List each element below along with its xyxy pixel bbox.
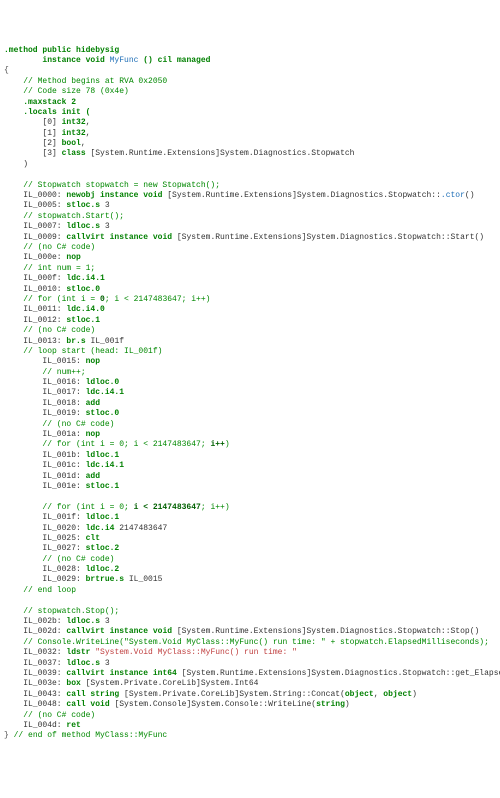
il-0005: IL_0005: stloc.s 3 (4, 201, 110, 210)
il-0029: IL_0029: brtrue.s IL_0015 (4, 575, 162, 584)
method-signature-line1: .method public hidebysig (4, 46, 119, 55)
maxstack: .maxstack 2 (4, 98, 76, 107)
method-name: MyFunc (110, 56, 139, 65)
il-003e: IL_003e: box [System.Private.CoreLib]Sys… (4, 679, 258, 688)
local-2: [2] bool, (4, 139, 86, 148)
brace-open: { (4, 66, 9, 75)
local-1: [1] int32, (4, 129, 90, 138)
comment-loopstart: // loop start (head: IL_001f) (4, 347, 162, 356)
comment-for1: // for (int i = 0; i < 2147483647; i++) (4, 295, 210, 304)
il-0007: IL_0007: ldloc.s 3 (4, 222, 110, 231)
il-0028: IL_0028: ldloc.2 (4, 565, 119, 574)
il-000f: IL_000f: ldc.i4.1 (4, 274, 105, 283)
comment-for3: // for (int i = 0; i < 2147483647; i++) (4, 503, 230, 512)
il-0012: IL_0012: stloc.1 (4, 316, 100, 325)
il-004d: IL_004d: ret (4, 721, 81, 730)
comment-new-stopwatch: // Stopwatch stopwatch = new Stopwatch()… (4, 181, 220, 190)
il-001e: IL_001e: stloc.1 (4, 482, 119, 491)
il-0032: IL_0032: ldstr "System.Void MyClass::MyF… (4, 648, 297, 657)
il-0016: IL_0016: ldloc.0 (4, 378, 119, 387)
comment-for2: // for (int i = 0; i < 2147483647; i++) (4, 440, 230, 449)
comment-nocs1: // (no C# code) (4, 243, 95, 252)
comment-writeline: // Console.WriteLine("System.Void MyClas… (4, 638, 489, 647)
il-0039: IL_0039: callvirt instance int64 [System… (4, 669, 500, 678)
il-0019: IL_0019: stloc.0 (4, 409, 119, 418)
il-000e: IL_000e: nop (4, 253, 81, 262)
sig-instance: instance void (42, 56, 109, 65)
il-0018: IL_0018: add (4, 399, 100, 408)
comment-stop: // stopwatch.Stop(); (4, 607, 119, 616)
comment-nocs4: // (no C# code) (4, 555, 114, 564)
il-001b: IL_001b: ldloc.1 (4, 451, 119, 460)
local-3: [3] class [System.Runtime.Extensions]Sys… (4, 149, 354, 158)
il-0043: IL_0043: call string [System.Private.Cor… (4, 690, 417, 699)
il-0010: IL_0010: stloc.0 (4, 285, 100, 294)
comment-nocs5: // (no C# code) (4, 711, 95, 720)
comment-num: // int num = 1; (4, 264, 95, 273)
il-0009: IL_0009: callvirt instance void [System.… (4, 233, 484, 242)
il-0017: IL_0017: ldc.i4.1 (4, 388, 124, 397)
il-disassembly: .method public hidebysig instance void M… (4, 46, 496, 742)
il-0011: IL_0011: ldc.i4.0 (4, 305, 105, 314)
il-001d: IL_001d: add (4, 472, 100, 481)
il-0015: IL_0015: nop (4, 357, 100, 366)
comment-start: // stopwatch.Start(); (4, 212, 124, 221)
il-0013: IL_0013: br.s IL_001f (4, 337, 124, 346)
il-002b: IL_002b: ldloc.s 3 (4, 617, 110, 626)
il-0020: IL_0020: ldc.i4 2147483647 (4, 524, 167, 533)
sig-post: () cil managed (138, 56, 210, 65)
il-0027: IL_0027: stloc.2 (4, 544, 119, 553)
comment-nocs3: // (no C# code) (4, 420, 114, 429)
il-0037: IL_0037: ldloc.s 3 (4, 659, 110, 668)
comment-rva: // Method begins at RVA 0x2050 (4, 77, 167, 86)
comment-nocs2: // (no C# code) (4, 326, 95, 335)
il-001f: IL_001f: ldloc.1 (4, 513, 119, 522)
brace-close-line: } // end of method MyClass::MyFunc (4, 731, 167, 740)
comment-endloop: // end loop (4, 586, 76, 595)
il-001c: IL_001c: ldc.i4.1 (4, 461, 124, 470)
il-001a: IL_001a: nop (4, 430, 100, 439)
il-0000: IL_0000: newobj instance void [System.Ru… (4, 191, 475, 200)
local-0: [0] int32, (4, 118, 90, 127)
locals-init: .locals init ( (4, 108, 90, 117)
il-0025: IL_0025: clt (4, 534, 100, 543)
comment-numpp: // num++; (4, 368, 86, 377)
il-002d: IL_002d: callvirt instance void [System.… (4, 627, 479, 636)
locals-close: ) (4, 160, 28, 169)
comment-codesize: // Code size 78 (0x4e) (4, 87, 129, 96)
il-0048: IL_0048: call void [System.Console]Syste… (4, 700, 350, 709)
